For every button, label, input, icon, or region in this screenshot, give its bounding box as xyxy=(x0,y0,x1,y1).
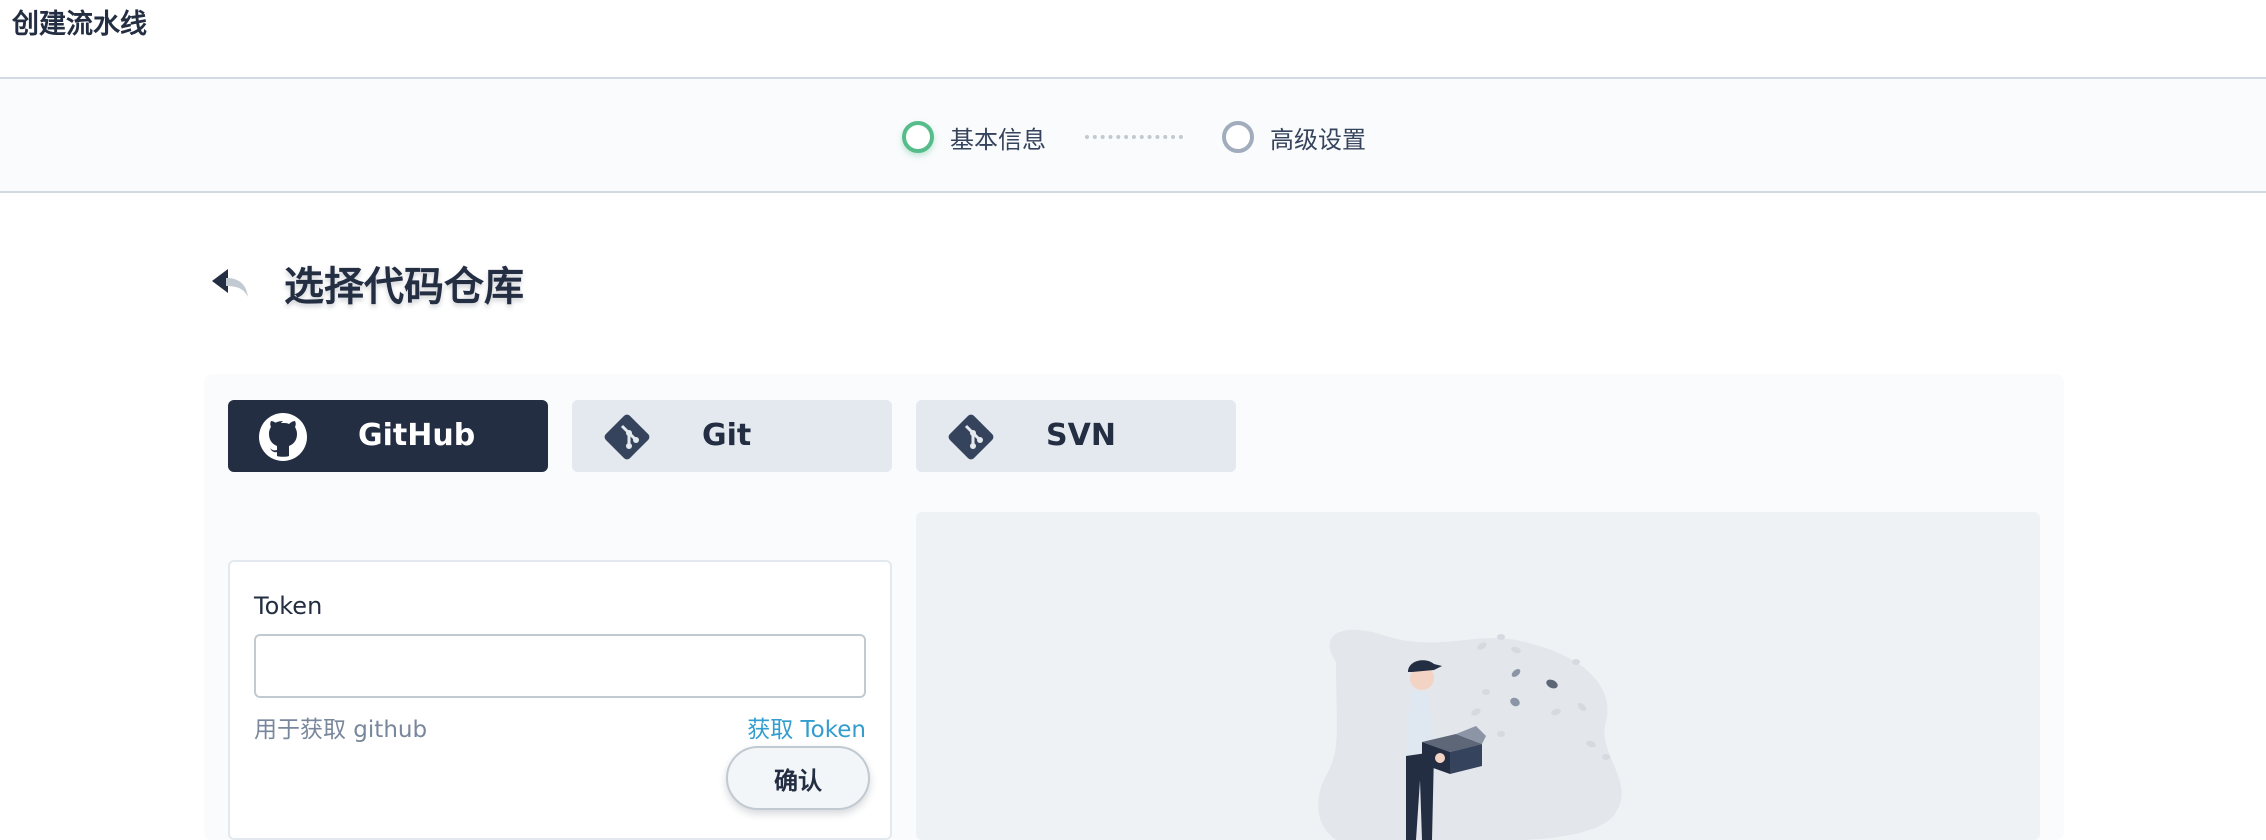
tab-github[interactable]: GitHub xyxy=(228,400,548,472)
token-hint: 用于获取 github xyxy=(254,717,428,743)
repo-card: GitHub Git SVN Token 用于获取 github 获取 Toke… xyxy=(204,374,2064,840)
section-heading: 选择代码仓库 xyxy=(208,250,524,316)
get-token-link[interactable]: 获取 Token xyxy=(747,710,866,744)
tab-git[interactable]: Git xyxy=(572,400,892,472)
steps-bar: 基本信息 高级设置 xyxy=(0,79,2266,193)
back-button[interactable] xyxy=(208,261,252,305)
step-connector xyxy=(1085,135,1183,139)
back-arrow-icon xyxy=(212,269,248,297)
token-form: Token 用于获取 github 获取 Token 确认 xyxy=(228,560,892,840)
page-header: 创建流水线 xyxy=(0,0,2266,79)
github-icon xyxy=(258,412,308,462)
section-title: 选择代码仓库 xyxy=(284,264,524,310)
token-label: Token xyxy=(254,592,323,620)
tab-label: SVN xyxy=(1046,418,1116,453)
step-active-indicator-icon xyxy=(902,121,934,153)
step-label: 高级设置 xyxy=(1270,125,1366,154)
page-title: 创建流水线 xyxy=(12,9,147,40)
tab-svn[interactable]: SVN xyxy=(916,400,1236,472)
git-icon xyxy=(602,412,652,462)
token-input[interactable] xyxy=(254,634,866,698)
confirm-button[interactable]: 确认 xyxy=(726,746,870,810)
step-basic-info[interactable]: 基本信息 xyxy=(902,119,1046,155)
tab-label: Git xyxy=(702,418,752,453)
empty-box-illustration xyxy=(1318,629,1622,840)
illustration-panel xyxy=(916,512,2040,840)
tab-label: GitHub xyxy=(358,418,476,453)
step-advanced-settings[interactable]: 高级设置 xyxy=(1222,119,1366,155)
step-label: 基本信息 xyxy=(950,125,1046,154)
git-icon xyxy=(946,412,996,462)
step-pending-indicator-icon xyxy=(1222,121,1254,153)
